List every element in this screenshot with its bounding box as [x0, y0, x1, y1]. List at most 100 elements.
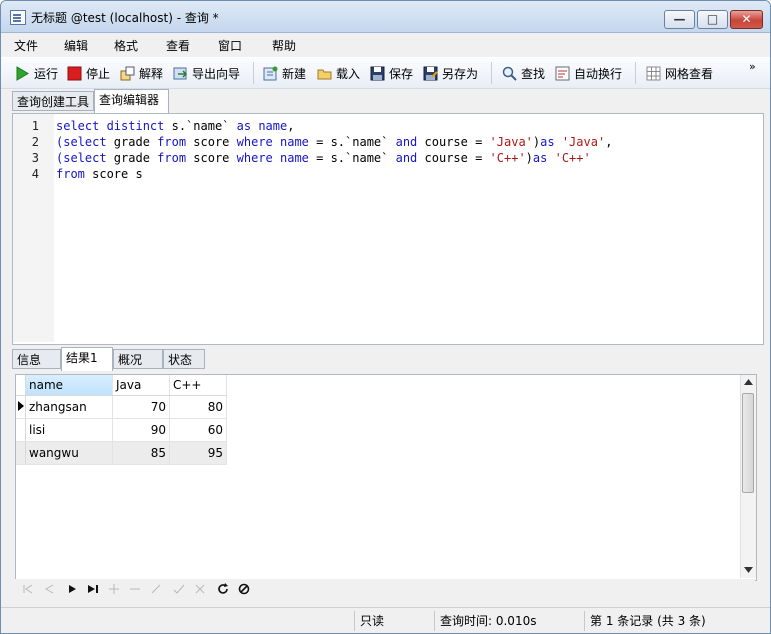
- add-record-icon[interactable]: [107, 582, 121, 596]
- table-cell[interactable]: 85: [112, 441, 170, 465]
- line-number-gutter: 1 2 3 4: [13, 114, 54, 342]
- discard-changes-icon[interactable]: [193, 582, 207, 596]
- tab-query-editor[interactable]: 查询编辑器: [94, 89, 169, 113]
- sql-text: ,: [287, 119, 295, 133]
- sql-keyword: and: [395, 135, 418, 149]
- tab-profile[interactable]: 概况: [113, 349, 163, 369]
- stop-button[interactable]: 停止: [67, 64, 110, 82]
- tab-status[interactable]: 状态: [163, 349, 205, 369]
- table-cell[interactable]: 70: [112, 395, 170, 419]
- apply-changes-icon[interactable]: [172, 582, 186, 596]
- table-cell[interactable]: 80: [169, 395, 227, 419]
- save-as-button[interactable]: 另存为: [423, 64, 478, 82]
- new-button[interactable]: 新建: [263, 64, 306, 82]
- load-label: 载入: [336, 66, 361, 81]
- close-button[interactable]: ✕: [730, 10, 763, 29]
- stop-loading-icon[interactable]: [237, 582, 251, 596]
- last-record-icon[interactable]: [86, 582, 100, 596]
- sql-text: grade: [106, 151, 158, 165]
- record-navigation-bar: [15, 579, 755, 599]
- query-document-icon: [10, 10, 26, 25]
- toolbar-separator: [253, 62, 254, 84]
- minimize-button[interactable]: —: [664, 10, 695, 29]
- find-button[interactable]: 查找: [502, 64, 545, 82]
- sql-keyword: (select: [56, 135, 107, 149]
- stop-icon: [67, 66, 82, 81]
- sql-keyword: name: [280, 135, 309, 149]
- table-cell[interactable]: 60: [169, 418, 227, 442]
- column-header-java[interactable]: Java: [112, 375, 170, 396]
- row-header: [16, 418, 26, 442]
- table-cell[interactable]: lisi: [25, 418, 113, 442]
- sql-keyword: as: [540, 135, 555, 149]
- table-cell[interactable]: zhangsan: [25, 395, 113, 419]
- edit-record-icon[interactable]: [149, 582, 163, 596]
- sql-text: = s.`name`: [308, 151, 396, 165]
- export-icon: [173, 66, 188, 81]
- line-number: 2: [31, 135, 39, 149]
- table-row[interactable]: wangwu 85 95: [16, 441, 227, 465]
- sql-keyword: and: [395, 151, 418, 165]
- menu-format[interactable]: 格式: [114, 37, 138, 54]
- sql-keyword: name: [258, 119, 288, 133]
- word-wrap-button[interactable]: 自动换行: [555, 64, 622, 82]
- sql-keyword: as: [532, 151, 548, 165]
- first-record-icon[interactable]: [21, 582, 35, 596]
- sql-keyword: where: [236, 135, 273, 149]
- table-row[interactable]: zhangsan 70 80: [16, 395, 227, 419]
- row-header-corner: [16, 375, 26, 396]
- table-row[interactable]: lisi 90 60: [16, 418, 227, 442]
- code-line[interactable]: (select grade from score where name = s.…: [56, 135, 612, 151]
- column-header-name[interactable]: name: [25, 375, 113, 396]
- tab-result-1[interactable]: 结果1: [61, 347, 113, 371]
- sql-text: score: [186, 135, 237, 149]
- result-table: name Java C++ zhangsan 70 80 lisi 90 60 …: [16, 375, 227, 465]
- status-bar: 只读 查询时间: 0.010s 第 1 条记录 (共 3 条): [1, 607, 770, 633]
- row-header: [16, 441, 26, 465]
- maximize-button[interactable]: □: [697, 10, 728, 29]
- column-header-cpp[interactable]: C++: [169, 375, 227, 396]
- scrollbar-thumb[interactable]: [742, 393, 754, 493]
- toolbar-separator: [491, 62, 492, 84]
- tab-query-builder[interactable]: 查询创建工具: [12, 91, 94, 111]
- table-cell[interactable]: wangwu: [25, 441, 113, 465]
- sql-editor[interactable]: 1 2 3 4 select distinct s.`name` as name…: [12, 113, 764, 345]
- result-tabs: 信息 结果1 概况 状态: [12, 347, 762, 371]
- close-icon: ✕: [741, 12, 752, 26]
- code-line[interactable]: from score s: [56, 167, 143, 183]
- tab-info[interactable]: 信息: [12, 349, 61, 369]
- menu-file[interactable]: 文件: [14, 37, 38, 54]
- toolbar-overflow-button[interactable]: »: [749, 60, 756, 73]
- scroll-up-icon[interactable]: [744, 379, 753, 385]
- delete-record-icon[interactable]: [128, 582, 142, 596]
- query-time-status: 查询时间: 0.010s: [434, 611, 584, 631]
- save-button[interactable]: 保存: [370, 64, 413, 82]
- code-line[interactable]: (select grade from score where name = s.…: [56, 151, 591, 167]
- export-wizard-button[interactable]: 导出向导: [173, 64, 240, 82]
- vertical-scrollbar[interactable]: [740, 375, 756, 578]
- scroll-down-icon[interactable]: [744, 567, 753, 573]
- save-icon: [370, 66, 385, 81]
- menu-bar: 文件 编辑 格式 查看 窗口 帮助: [1, 33, 770, 55]
- menu-edit[interactable]: 编辑: [64, 37, 88, 54]
- previous-record-icon[interactable]: [42, 582, 56, 596]
- menu-window[interactable]: 窗口: [218, 37, 242, 54]
- table-cell[interactable]: 90: [112, 418, 170, 442]
- editor-tabs: 查询创建工具 查询编辑器: [1, 89, 770, 113]
- menu-help[interactable]: 帮助: [272, 37, 296, 54]
- sql-keyword: from: [157, 135, 187, 149]
- grid-view-button[interactable]: 网格查看: [646, 64, 713, 82]
- run-button[interactable]: 运行: [15, 64, 58, 82]
- line-number: 4: [31, 167, 39, 181]
- grid-view-label: 网格查看: [665, 66, 714, 81]
- load-button[interactable]: 载入: [317, 64, 360, 82]
- next-record-icon[interactable]: [65, 582, 79, 596]
- explain-button[interactable]: 解释: [120, 64, 163, 82]
- refresh-icon[interactable]: [216, 582, 230, 596]
- code-line[interactable]: select distinct s.`name` as name,: [56, 119, 294, 135]
- sql-text: = s.`name`: [308, 135, 396, 149]
- menu-view[interactable]: 查看: [166, 37, 190, 54]
- table-cell[interactable]: 95: [169, 441, 227, 465]
